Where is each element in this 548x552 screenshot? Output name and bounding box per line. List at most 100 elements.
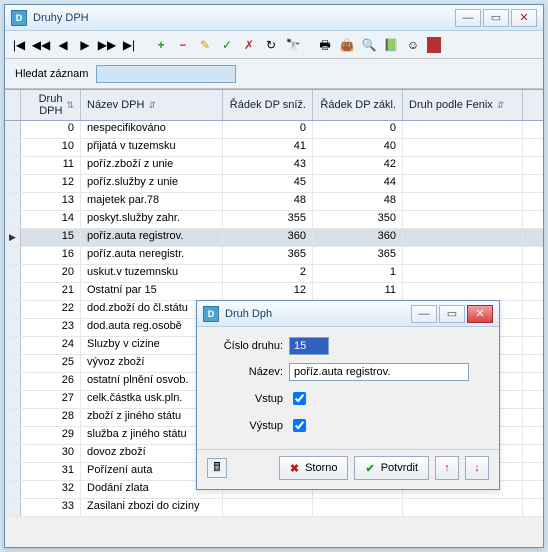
- binoculars-icon[interactable]: 🔭: [285, 37, 301, 53]
- nav-last-icon[interactable]: ▶|: [121, 37, 137, 53]
- cell-druh: 26: [21, 373, 81, 390]
- row-marker: [5, 319, 21, 336]
- toolbar: |◀ ◀◀ ◀ ▶ ▶▶ ▶| + − ✎ ✓ ✗ ↻ 🔭 🖶 👜 🔍 📗 ☺: [5, 31, 543, 59]
- row-marker: [5, 265, 21, 282]
- input-cislo[interactable]: [289, 337, 329, 355]
- col-fenix[interactable]: Druh podle Fenix⇵: [403, 90, 523, 120]
- dialog-maximize-button[interactable]: ▭: [439, 305, 465, 323]
- col-druh[interactable]: Druh DPH⇅: [21, 90, 81, 120]
- table-row[interactable]: 0nespecifikováno00: [5, 121, 543, 139]
- nav-first-icon[interactable]: |◀: [11, 37, 27, 53]
- cancel-icon[interactable]: ✗: [241, 37, 257, 53]
- cell-druh: 29: [21, 427, 81, 444]
- row-marker: [5, 445, 21, 462]
- maximize-button[interactable]: ▭: [483, 9, 509, 27]
- checkbox-vystup[interactable]: [293, 419, 306, 432]
- dialog-titlebar[interactable]: D Druh Dph — ▭ ✕: [197, 301, 499, 327]
- nav-prev-icon[interactable]: ◀: [55, 37, 71, 53]
- cell-nazev: Ostatní par 15: [81, 283, 223, 300]
- cell-sniz: 43: [223, 157, 313, 174]
- table-row[interactable]: 21Ostatní par 151211: [5, 283, 543, 301]
- exit-icon[interactable]: [427, 37, 441, 53]
- cell-fenix: [403, 157, 523, 174]
- app-icon: D: [11, 10, 27, 26]
- arrow-down-icon: ↓: [474, 462, 480, 474]
- potvrdit-button[interactable]: ✔Potvrdit: [354, 456, 429, 480]
- table-row[interactable]: 16poříz.auta neregistr.365365: [5, 247, 543, 265]
- row-marker: ▶: [5, 229, 21, 246]
- cell-druh: 16: [21, 247, 81, 264]
- row-marker: [5, 157, 21, 174]
- storno-button[interactable]: ✖Storno: [279, 456, 349, 480]
- table-row[interactable]: 11poříz.zboží z unie4342: [5, 157, 543, 175]
- row-marker: [5, 337, 21, 354]
- bag-icon[interactable]: 👜: [339, 37, 355, 53]
- cell-sniz: 365: [223, 247, 313, 264]
- zoom-icon[interactable]: 🔍: [361, 37, 377, 53]
- table-row[interactable]: ▶15poříz.auta registrov.360360: [5, 229, 543, 247]
- cell-nazev: poříz.služby z unie: [81, 175, 223, 192]
- row-marker: [5, 499, 21, 516]
- cell-sniz: 45: [223, 175, 313, 192]
- cell-druh: 14: [21, 211, 81, 228]
- dialog-close-button[interactable]: ✕: [467, 305, 493, 323]
- table-row[interactable]: 14poskyt.služby zahr.355350: [5, 211, 543, 229]
- table-row[interactable]: 10přijatá v tuzemsku4140: [5, 139, 543, 157]
- dialog-minimize-button[interactable]: —: [411, 305, 437, 323]
- input-nazev[interactable]: [289, 363, 469, 381]
- smiley-icon[interactable]: ☺: [405, 37, 421, 53]
- col-nazev[interactable]: Název DPH⇵: [81, 90, 223, 120]
- checkbox-vstup[interactable]: [293, 392, 306, 405]
- cell-druh: 21: [21, 283, 81, 300]
- cell-zakl: 44: [313, 175, 403, 192]
- nav-next-icon[interactable]: ▶: [77, 37, 93, 53]
- cell-fenix: [403, 211, 523, 228]
- label-cislo: Číslo druhu:: [211, 340, 289, 352]
- table-row[interactable]: 12poříz.služby z unie4544: [5, 175, 543, 193]
- main-titlebar[interactable]: D Druhy DPH — ▭ ✕: [5, 5, 543, 31]
- label-vystup: Výstup: [211, 420, 289, 432]
- cell-sniz: 360: [223, 229, 313, 246]
- book-icon[interactable]: 📗: [383, 37, 399, 53]
- row-marker: [5, 391, 21, 408]
- row-marker: [5, 301, 21, 318]
- grid-header: Druh DPH⇅ Název DPH⇵ Řádek DP sníž. Řáde…: [5, 90, 543, 121]
- col-zakl[interactable]: Řádek DP zákl.: [313, 90, 403, 120]
- row-marker: [5, 373, 21, 390]
- confirm-icon[interactable]: ✓: [219, 37, 235, 53]
- table-row[interactable]: 13majetek par.784848: [5, 193, 543, 211]
- col-sniz[interactable]: Řádek DP sníž.: [223, 90, 313, 120]
- edit-icon[interactable]: ✎: [197, 37, 213, 53]
- nav-nextpage-icon[interactable]: ▶▶: [99, 37, 115, 53]
- cell-nazev: Zasilani zbozi do ciziny: [81, 499, 223, 516]
- table-row[interactable]: 33Zasilani zbozi do ciziny: [5, 499, 543, 517]
- add-icon[interactable]: +: [153, 37, 169, 53]
- refresh-icon[interactable]: ↻: [263, 37, 279, 53]
- table-row[interactable]: 20uskut.v tuzemnsku21: [5, 265, 543, 283]
- cell-nazev: poříz.zboží z unie: [81, 157, 223, 174]
- minimize-button[interactable]: —: [455, 9, 481, 27]
- row-marker: [5, 427, 21, 444]
- label-nazev: Název:: [211, 366, 289, 378]
- delete-icon[interactable]: −: [175, 37, 191, 53]
- cell-druh: 11: [21, 157, 81, 174]
- cell-nazev: poskyt.služby zahr.: [81, 211, 223, 228]
- row-marker: [5, 355, 21, 372]
- cell-druh: 23: [21, 319, 81, 336]
- print-icon[interactable]: 🖶: [317, 37, 333, 53]
- calculator-icon[interactable]: 🖩: [207, 458, 227, 478]
- cell-druh: 0: [21, 121, 81, 138]
- cell-fenix: [403, 229, 523, 246]
- close-button[interactable]: ✕: [511, 9, 537, 27]
- cell-nazev: majetek par.78: [81, 193, 223, 210]
- up-button[interactable]: ↑: [435, 456, 459, 480]
- down-button[interactable]: ↓: [465, 456, 489, 480]
- edit-dialog: D Druh Dph — ▭ ✕ Číslo druhu: Název: Vst…: [196, 300, 500, 490]
- nav-prevpage-icon[interactable]: ◀◀: [33, 37, 49, 53]
- cell-druh: 24: [21, 337, 81, 354]
- cell-sniz: 12: [223, 283, 313, 300]
- search-input[interactable]: [96, 65, 236, 83]
- cell-sniz: 0: [223, 121, 313, 138]
- cell-sniz: 48: [223, 193, 313, 210]
- cell-nazev: přijatá v tuzemsku: [81, 139, 223, 156]
